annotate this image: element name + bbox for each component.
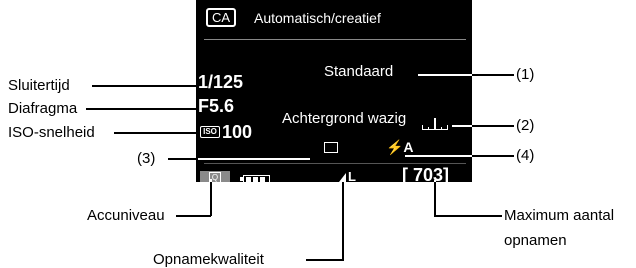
- callout-battery-level: Accuniveau: [87, 207, 165, 224]
- diagram: CA Automatisch/creatief 1/125 F5.6 ISO 1…: [0, 0, 636, 268]
- iso-value: 100: [222, 122, 253, 142]
- iso-icon-text: ISO: [203, 127, 217, 136]
- background-blur-setting: Achtergrond wazig: [282, 110, 407, 127]
- separator-bottom: [204, 163, 466, 164]
- flash-auto-icon: ⚡A: [386, 139, 414, 155]
- quick-control-label: Q: [211, 173, 219, 182]
- blur-slider-icon: [422, 118, 448, 130]
- callout-max-shots-line1: Maximum aantal: [504, 207, 615, 224]
- callout-number-1: (1): [516, 66, 535, 83]
- battery-icon: [240, 175, 270, 182]
- mode-title: Automatisch/creatief: [254, 10, 381, 26]
- callout-max-shots-line2: opnamen: [504, 232, 567, 249]
- quick-control-button: Q: [200, 171, 230, 182]
- ambience-setting: Standaard: [324, 63, 394, 80]
- callout-aperture: Diafragma: [8, 100, 78, 117]
- callout-number-3: (3): [137, 150, 156, 167]
- iso-icon: ISO: [200, 126, 220, 138]
- image-quality-value: L: [348, 169, 356, 184]
- callout-shutter-speed: Sluitertijd: [8, 77, 70, 94]
- remaining-shots: [ 703]: [402, 165, 450, 185]
- shutter-speed-value: 1/125: [198, 72, 244, 92]
- callout-image-quality: Opnamekwaliteit: [153, 251, 264, 268]
- separator-top: [204, 39, 466, 40]
- mode-badge: CA: [206, 8, 236, 27]
- callout-number-4: (4): [516, 147, 535, 164]
- callout-number-2: (2): [516, 117, 535, 134]
- drive-mode-icon: [324, 142, 338, 153]
- mode-badge-text: CA: [211, 10, 231, 25]
- callout-iso-speed: ISO-snelheid: [8, 124, 95, 141]
- aperture-value: F5.6: [198, 96, 235, 116]
